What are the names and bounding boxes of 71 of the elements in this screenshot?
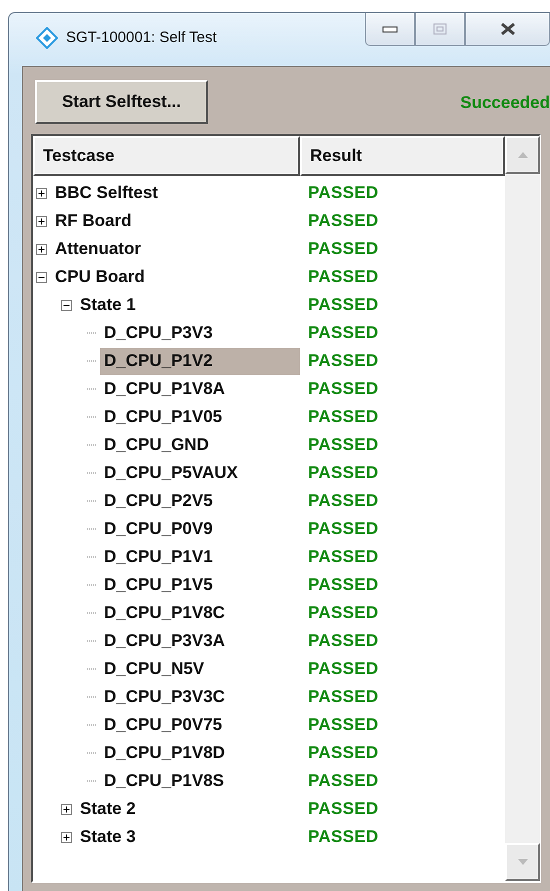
tree-item[interactable]: D_CPU_P1V8C [100,600,300,626]
scroll-up-button[interactable] [505,136,540,174]
result-text: PASSED [307,379,380,399]
tree-item[interactable]: D_CPU_P3V3C [100,684,300,710]
result-text: PASSED [307,687,380,707]
tree-item[interactable]: D_CPU_P1V2 [100,348,300,374]
tree-item[interactable]: D_CPU_GND [100,432,300,458]
tree-item[interactable]: RF Board [51,208,300,234]
tree-item[interactable]: D_CPU_P5VAUX [100,460,300,486]
result-text: PASSED [307,183,380,203]
up-arrow-icon [516,151,528,159]
tree-item[interactable]: D_CPU_P3V3 [100,320,300,346]
result-text: PASSED [307,239,380,259]
tree-item[interactable]: D_CPU_P1V5 [100,572,300,598]
close-icon [498,22,516,36]
minimize-button[interactable] [365,13,415,46]
column-header[interactable]: Result [300,136,505,176]
app-logo-icon [36,27,58,49]
expand-icon[interactable] [61,804,72,814]
result-text: PASSED [307,631,380,651]
window-title: SGT-100001: Self Test [66,29,218,46]
collapse-icon[interactable] [36,272,47,282]
tree-item[interactable]: State 3 [76,824,300,850]
column-header[interactable]: Testcase [33,136,300,176]
expand-icon[interactable] [36,216,47,226]
down-arrow-icon [516,858,528,866]
expand-icon[interactable] [61,832,72,842]
result-text: PASSED [307,715,380,735]
tree-item[interactable]: D_CPU_P1V8S [100,768,300,794]
tree-item[interactable]: D_CPU_N5V [100,656,300,682]
result-text: PASSED [307,659,380,679]
result-text: PASSED [307,799,380,819]
tree-item[interactable]: D_CPU_P2V5 [100,488,300,514]
tree-item[interactable]: D_CPU_P0V75 [100,712,300,738]
tree-item[interactable]: BBC Selftest [51,180,300,206]
collapse-icon[interactable] [61,300,72,310]
result-text: PASSED [307,547,380,567]
tree-item[interactable]: CPU Board [51,264,300,290]
result-text: PASSED [307,603,380,623]
tree-item[interactable]: D_CPU_P1V8D [100,740,300,766]
tree-item[interactable]: State 2 [76,796,300,822]
close-button[interactable] [465,13,550,46]
result-text: PASSED [307,575,380,595]
expand-icon[interactable] [36,244,47,254]
result-text: PASSED [307,827,380,847]
result-text: PASSED [307,407,380,427]
result-text: PASSED [307,491,380,511]
status-text: Succeeded [460,92,550,112]
result-text: PASSED [307,295,380,315]
result-text: PASSED [307,463,380,483]
result-text: PASSED [307,771,380,791]
result-text: PASSED [307,211,380,231]
result-text: PASSED [307,743,380,763]
expand-icon[interactable] [36,188,47,198]
result-text: PASSED [307,267,380,287]
result-text: PASSED [307,323,380,343]
scrollbar[interactable] [505,136,540,881]
maximize-icon [433,23,447,35]
result-text: PASSED [307,351,380,371]
tree-item[interactable]: Attenuator [51,236,300,262]
tree-item[interactable]: D_CPU_P1V1 [100,544,300,570]
tree-item[interactable]: D_CPU_P0V9 [100,516,300,542]
tree-item[interactable]: D_CPU_P3V3A [100,628,300,654]
result-text: PASSED [307,519,380,539]
scroll-down-button[interactable] [505,843,540,881]
tree-item[interactable]: State 1 [76,292,300,318]
minimize-icon [382,25,398,33]
tree-item[interactable]: D_CPU_P1V8A [100,376,300,402]
start-selftest-button[interactable]: Start Selftest... [35,80,208,124]
tree-item[interactable]: D_CPU_P1V05 [100,404,300,430]
result-text: PASSED [307,435,380,455]
